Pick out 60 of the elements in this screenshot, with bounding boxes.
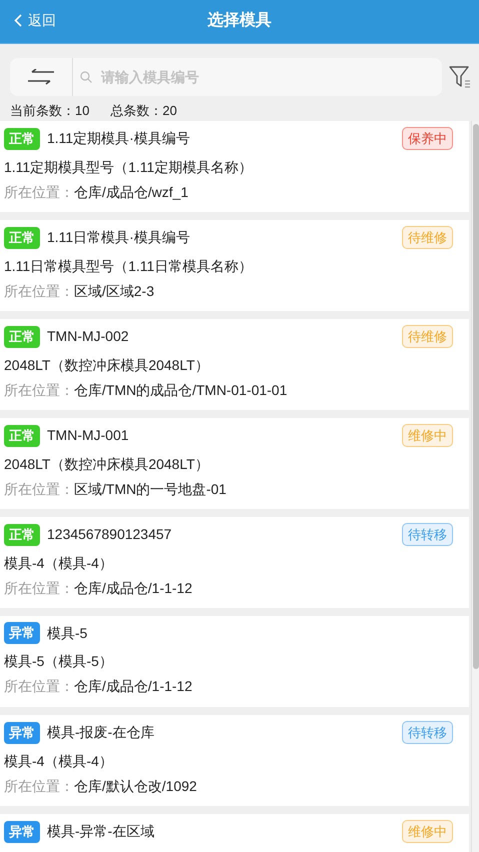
list-item[interactable]: 正常 1.11定期模具·模具编号 保养中 1.11定期模具型号（1.11定期模具名称） 所在位置：仓库/成品仓/wzf_1 bbox=[0, 121, 469, 212]
list-item[interactable]: 异常 模具-报废-在仓库 待转移 模具-4（模具-4） 所在位置：仓库/默认仓改/1092 bbox=[0, 715, 469, 806]
status-tag: 维修中 bbox=[402, 820, 453, 843]
condition-tag: 异常 bbox=[4, 820, 40, 842]
item-code: 模具-5 bbox=[47, 624, 88, 642]
status-tag: 保养中 bbox=[402, 127, 453, 150]
item-model: 2048LT（数控冲床模具2048LT） bbox=[4, 356, 210, 375]
page-title: 选择模具 bbox=[208, 10, 272, 31]
condition-tag: 正常 bbox=[4, 424, 40, 446]
location-label: 所在位置： bbox=[4, 678, 74, 694]
location-label: 所在位置： bbox=[4, 184, 74, 200]
location-label: 所在位置： bbox=[4, 480, 74, 496]
list-item[interactable]: 正常 TMN-MJ-001 维修中 2048LT（数控冲床模具2048LT） 所在位置：区域/TMN的一号地盘-01 bbox=[0, 418, 469, 509]
condition-tag: 正常 bbox=[4, 128, 40, 150]
list-item[interactable]: 异常 模具-5 模具-5（模具-5） 所在位置：仓库/成品仓/1-1-12 bbox=[0, 616, 469, 707]
location-label: 所在位置： bbox=[4, 778, 74, 794]
count-text: 当前条数：10 bbox=[10, 102, 90, 120]
condition-tag: 正常 bbox=[4, 524, 40, 546]
item-model: 模具-4（模具-4） bbox=[4, 752, 114, 771]
condition-tag: 正常 bbox=[4, 326, 40, 348]
back-icon bbox=[14, 14, 22, 27]
status-tag: 待维修 bbox=[402, 226, 453, 249]
condition-tag: 异常 bbox=[4, 622, 40, 644]
search-icon bbox=[80, 71, 92, 83]
location-text: 仓库/默认仓改/1092 bbox=[74, 778, 197, 794]
swap-icon bbox=[27, 69, 55, 85]
status-tag: 待转移 bbox=[402, 721, 453, 744]
list-item[interactable]: 异常 模具-异常-在区域 维修中 bbox=[0, 814, 469, 852]
location-text: 仓库/TMN的成品仓/TMN-01-01-01 bbox=[74, 382, 288, 398]
status-tag: 维修中 bbox=[402, 424, 453, 447]
status-tag: 待转移 bbox=[402, 523, 453, 546]
location-label: 所在位置： bbox=[4, 580, 74, 596]
item-code: 模具-异常-在区域 bbox=[47, 822, 156, 841]
item-code: TMN-MJ-001 bbox=[47, 426, 130, 445]
location-text: 仓库/成品仓/1-1-12 bbox=[74, 678, 192, 694]
item-code: 1.11日常模具·模具编号 bbox=[47, 228, 191, 247]
filter-icon bbox=[449, 65, 471, 89]
list-item[interactable]: 正常 1.11日常模具·模具编号 待维修 1.11日常模具型号（1.11日常模具名称） 所在位置：区域/区域2-3 bbox=[0, 220, 469, 311]
location-label: 所在位置： bbox=[4, 282, 74, 298]
list-item[interactable]: 正常 1234567890123457 待转移 模具-4（模具-4） 所在位置：仓库/成品仓/1-1-12 bbox=[0, 517, 469, 608]
condition-tag: 异常 bbox=[4, 722, 40, 744]
item-model: 模具-5（模具-5） bbox=[4, 652, 114, 671]
item-model: 2048LT（数控冲床模具2048LT） bbox=[4, 455, 210, 474]
location-text: 区域/TMN的一号地盘-01 bbox=[74, 480, 226, 496]
location-text: 仓库/成品仓/wzf_1 bbox=[74, 184, 188, 200]
list-item[interactable]: 正常 TMN-MJ-002 待维修 2048LT（数控冲床模具2048LT） 所在位置：仓库/TMN的成品仓/TMN-01-01-01 bbox=[0, 319, 469, 410]
item-model: 1.11定期模具型号（1.11定期模具名称） bbox=[4, 158, 254, 177]
item-code: TMN-MJ-002 bbox=[47, 327, 130, 346]
status-tag: 待维修 bbox=[402, 325, 453, 348]
item-code: 1.11定期模具·模具编号 bbox=[47, 129, 191, 148]
condition-tag: 正常 bbox=[4, 226, 40, 248]
item-code: 1234567890123457 bbox=[47, 525, 173, 544]
location-label: 所在位置： bbox=[4, 382, 74, 398]
item-model: 1.11日常模具型号（1.11日常模具名称） bbox=[4, 257, 254, 276]
count-text: 总条数：20 bbox=[110, 102, 177, 120]
location-text: 仓库/成品仓/1-1-12 bbox=[74, 580, 192, 596]
filter-button[interactable] bbox=[449, 65, 471, 89]
location-text: 区域/区域2-3 bbox=[74, 282, 154, 298]
item-model: 模具-4（模具-4） bbox=[4, 554, 114, 573]
item-code: 模具-报废-在仓库 bbox=[47, 723, 156, 742]
